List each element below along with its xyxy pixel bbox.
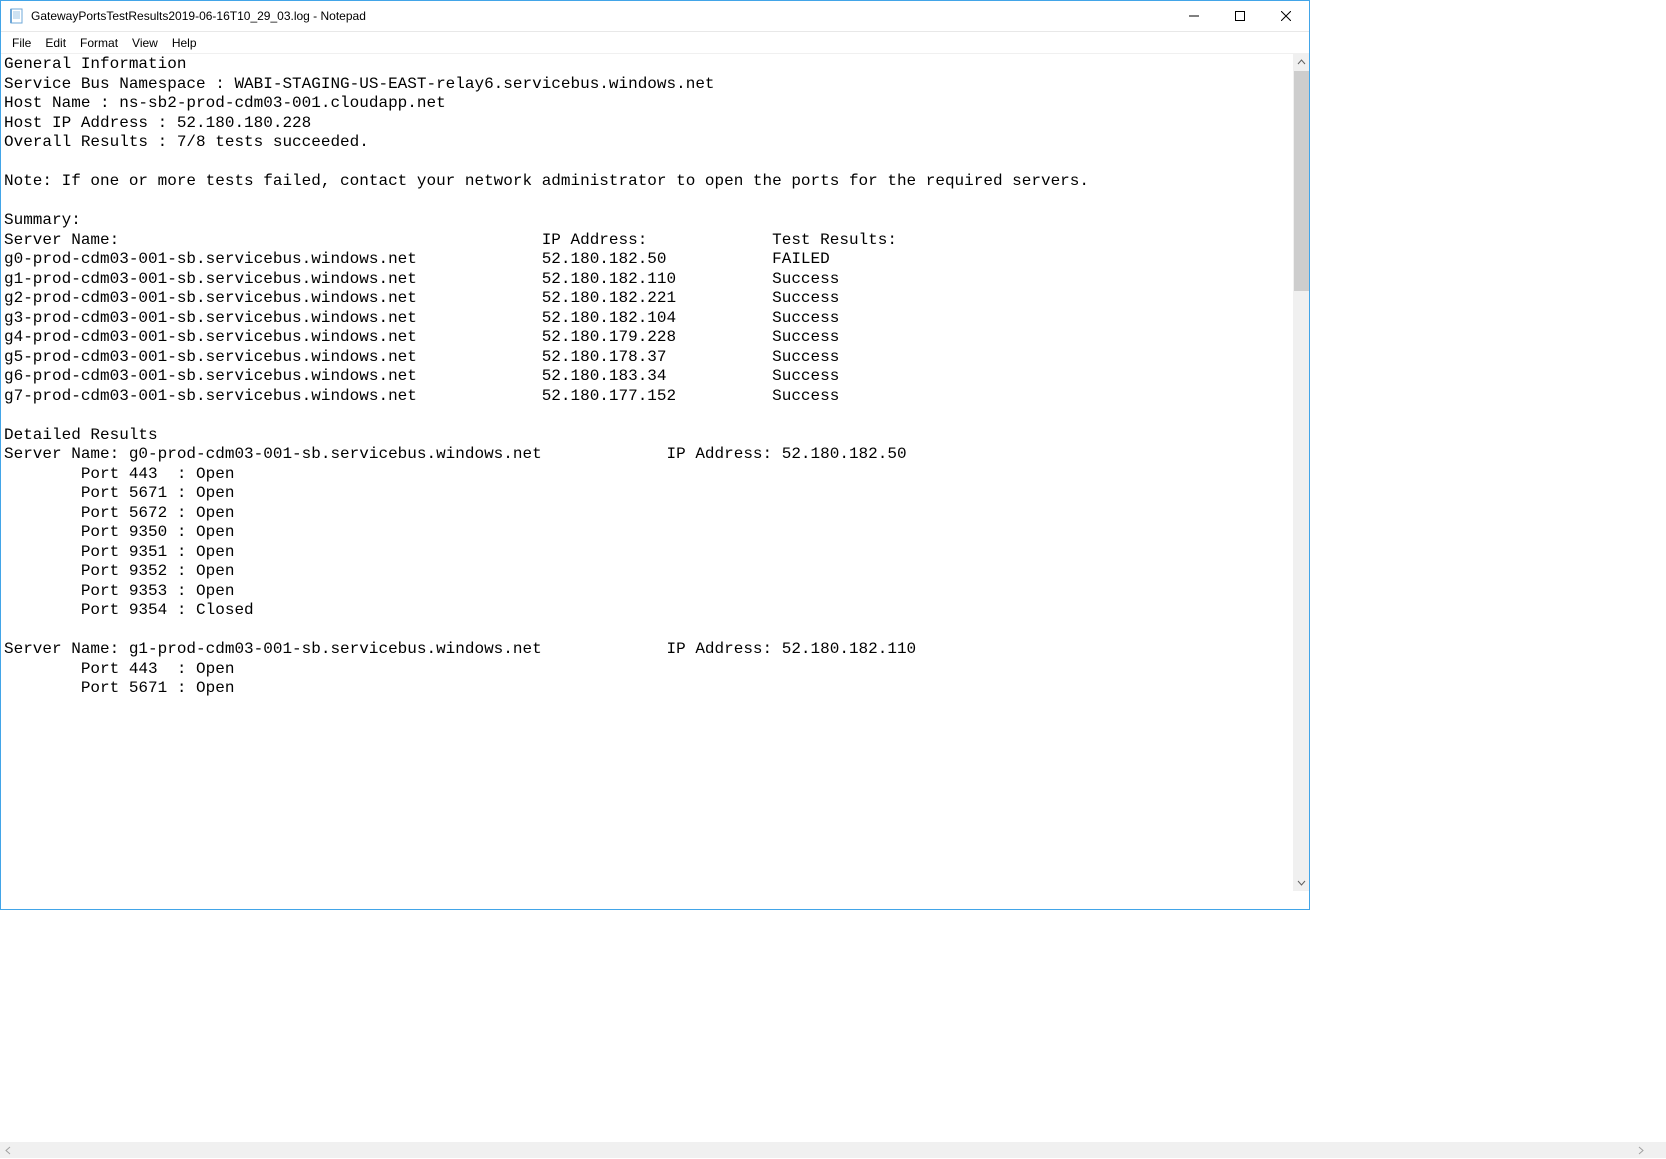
document-text[interactable]: General Information Service Bus Namespac… xyxy=(1,54,1292,700)
scroll-left-arrow-icon[interactable] xyxy=(0,1142,17,1159)
minimize-button[interactable] xyxy=(1171,1,1217,31)
scroll-down-arrow-icon[interactable] xyxy=(1293,874,1309,891)
scroll-right-arrow-icon[interactable] xyxy=(1632,1142,1649,1159)
scroll-up-arrow-icon[interactable] xyxy=(1293,54,1309,71)
vertical-scroll-thumb[interactable] xyxy=(1294,71,1309,291)
menu-view[interactable]: View xyxy=(125,34,165,52)
menu-help[interactable]: Help xyxy=(165,34,204,52)
maximize-button[interactable] xyxy=(1217,1,1263,31)
titlebar[interactable]: GatewayPortsTestResults2019-06-16T10_29_… xyxy=(1,1,1309,32)
resize-grip[interactable] xyxy=(1649,1141,1666,1158)
vertical-scrollbar[interactable] xyxy=(1292,54,1309,891)
menu-edit[interactable]: Edit xyxy=(38,34,73,52)
editor-area: General Information Service Bus Namespac… xyxy=(1,53,1309,891)
menu-format[interactable]: Format xyxy=(73,34,125,52)
notepad-icon xyxy=(9,8,25,24)
window-controls xyxy=(1171,1,1309,31)
window-title: GatewayPortsTestResults2019-06-16T10_29_… xyxy=(31,9,1171,23)
horizontal-scrollbar[interactable] xyxy=(0,1141,1666,1158)
close-button[interactable] xyxy=(1263,1,1309,31)
menu-file[interactable]: File xyxy=(5,34,38,52)
menubar: File Edit Format View Help xyxy=(1,32,1309,53)
